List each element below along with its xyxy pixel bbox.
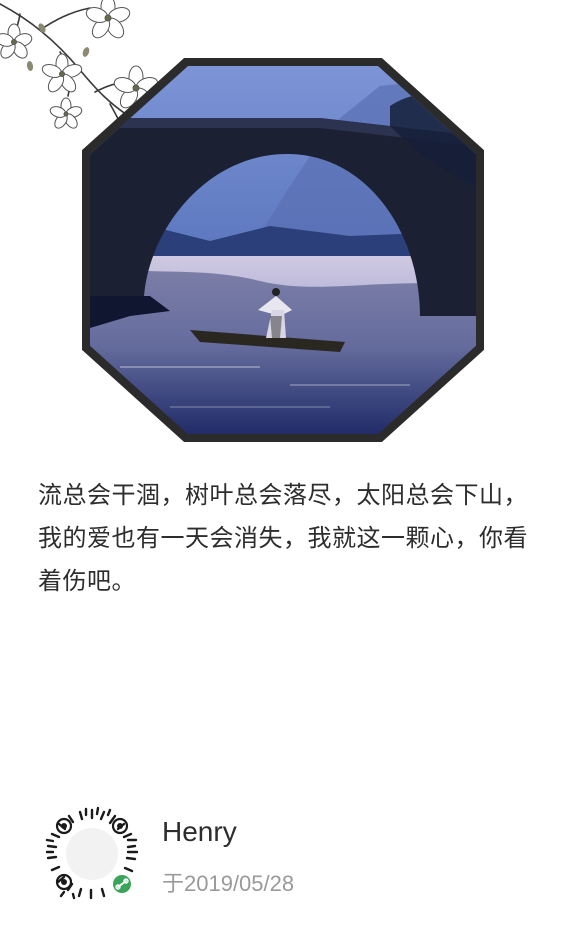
mini-program-code-icon[interactable]: [44, 806, 140, 902]
author-name: Henry: [162, 816, 237, 847]
river-bridge-photo: [90, 66, 476, 434]
poem-text: 流总会干涸，树叶总会落尽，太阳总会下山，我的爱也有一天会消失，我就这一颗心，你看…: [38, 481, 528, 595]
post-date: 于2019/05/28: [162, 871, 295, 896]
photo-frame: [82, 58, 484, 442]
poem-card: 流总会干涸，树叶总会落尽，太阳总会下山，我的爱也有一天会消失，我就这一颗心，你看…: [0, 0, 568, 944]
author-footer: Henry 于2019/05/28: [44, 806, 524, 906]
